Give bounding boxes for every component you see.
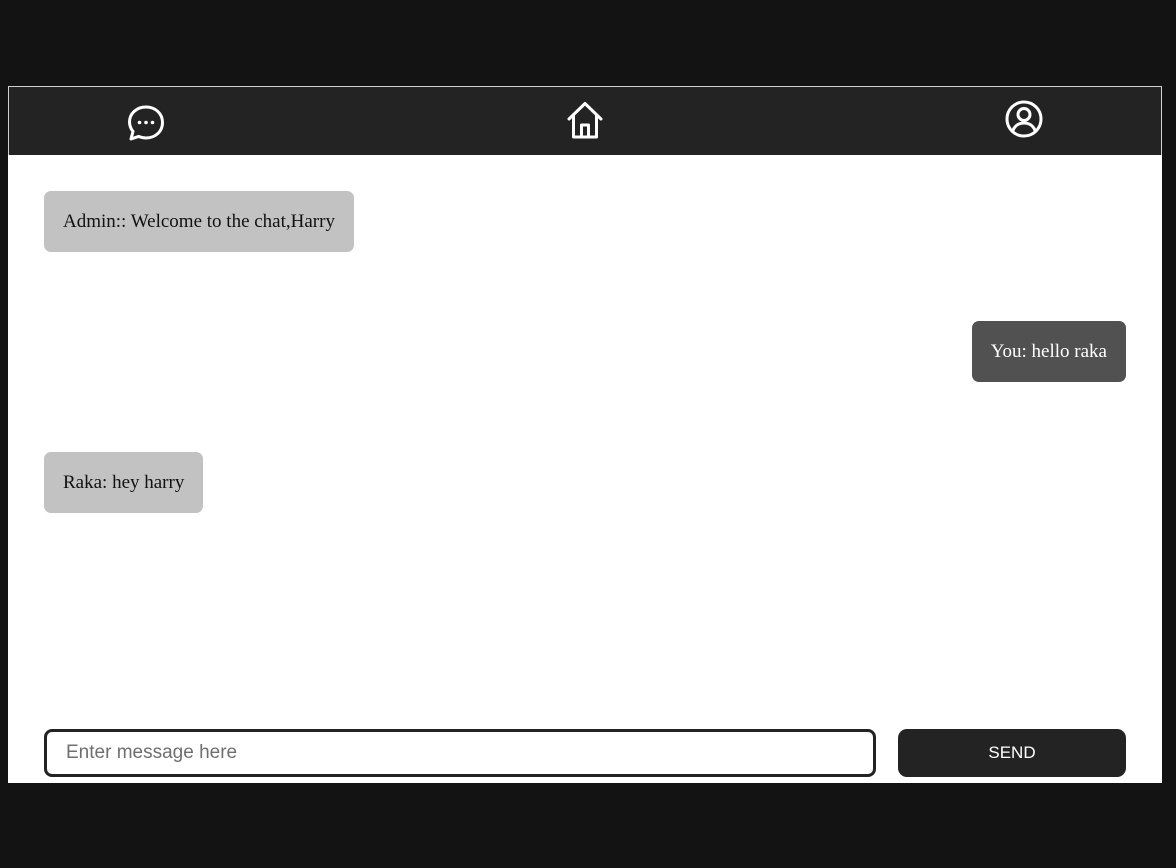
- user-profile-icon-svg: [1005, 100, 1043, 138]
- message-incoming: Admin:: Welcome to the chat,Harry: [44, 191, 354, 252]
- home-icon[interactable]: [565, 100, 605, 140]
- message-incoming: Raka: hey harry: [44, 452, 204, 513]
- chat-app: Admin:: Welcome to the chat,Harry You: h…: [8, 86, 1162, 783]
- send-button[interactable]: SEND: [898, 729, 1126, 777]
- message-text: You: hello raka: [990, 340, 1107, 362]
- message-input[interactable]: [44, 729, 876, 777]
- message-outgoing: You: hello raka: [971, 321, 1126, 382]
- user-profile-icon[interactable]: [1004, 99, 1044, 139]
- message-text: Admin:: Welcome to the chat,Harry: [63, 210, 335, 232]
- navbar: [8, 86, 1162, 155]
- home-icon-svg: [567, 102, 603, 139]
- chat-bubble-icon[interactable]: [126, 103, 166, 143]
- chat-bubble-icon-svg: [128, 105, 164, 141]
- message-text: Raka: hey harry: [63, 471, 185, 493]
